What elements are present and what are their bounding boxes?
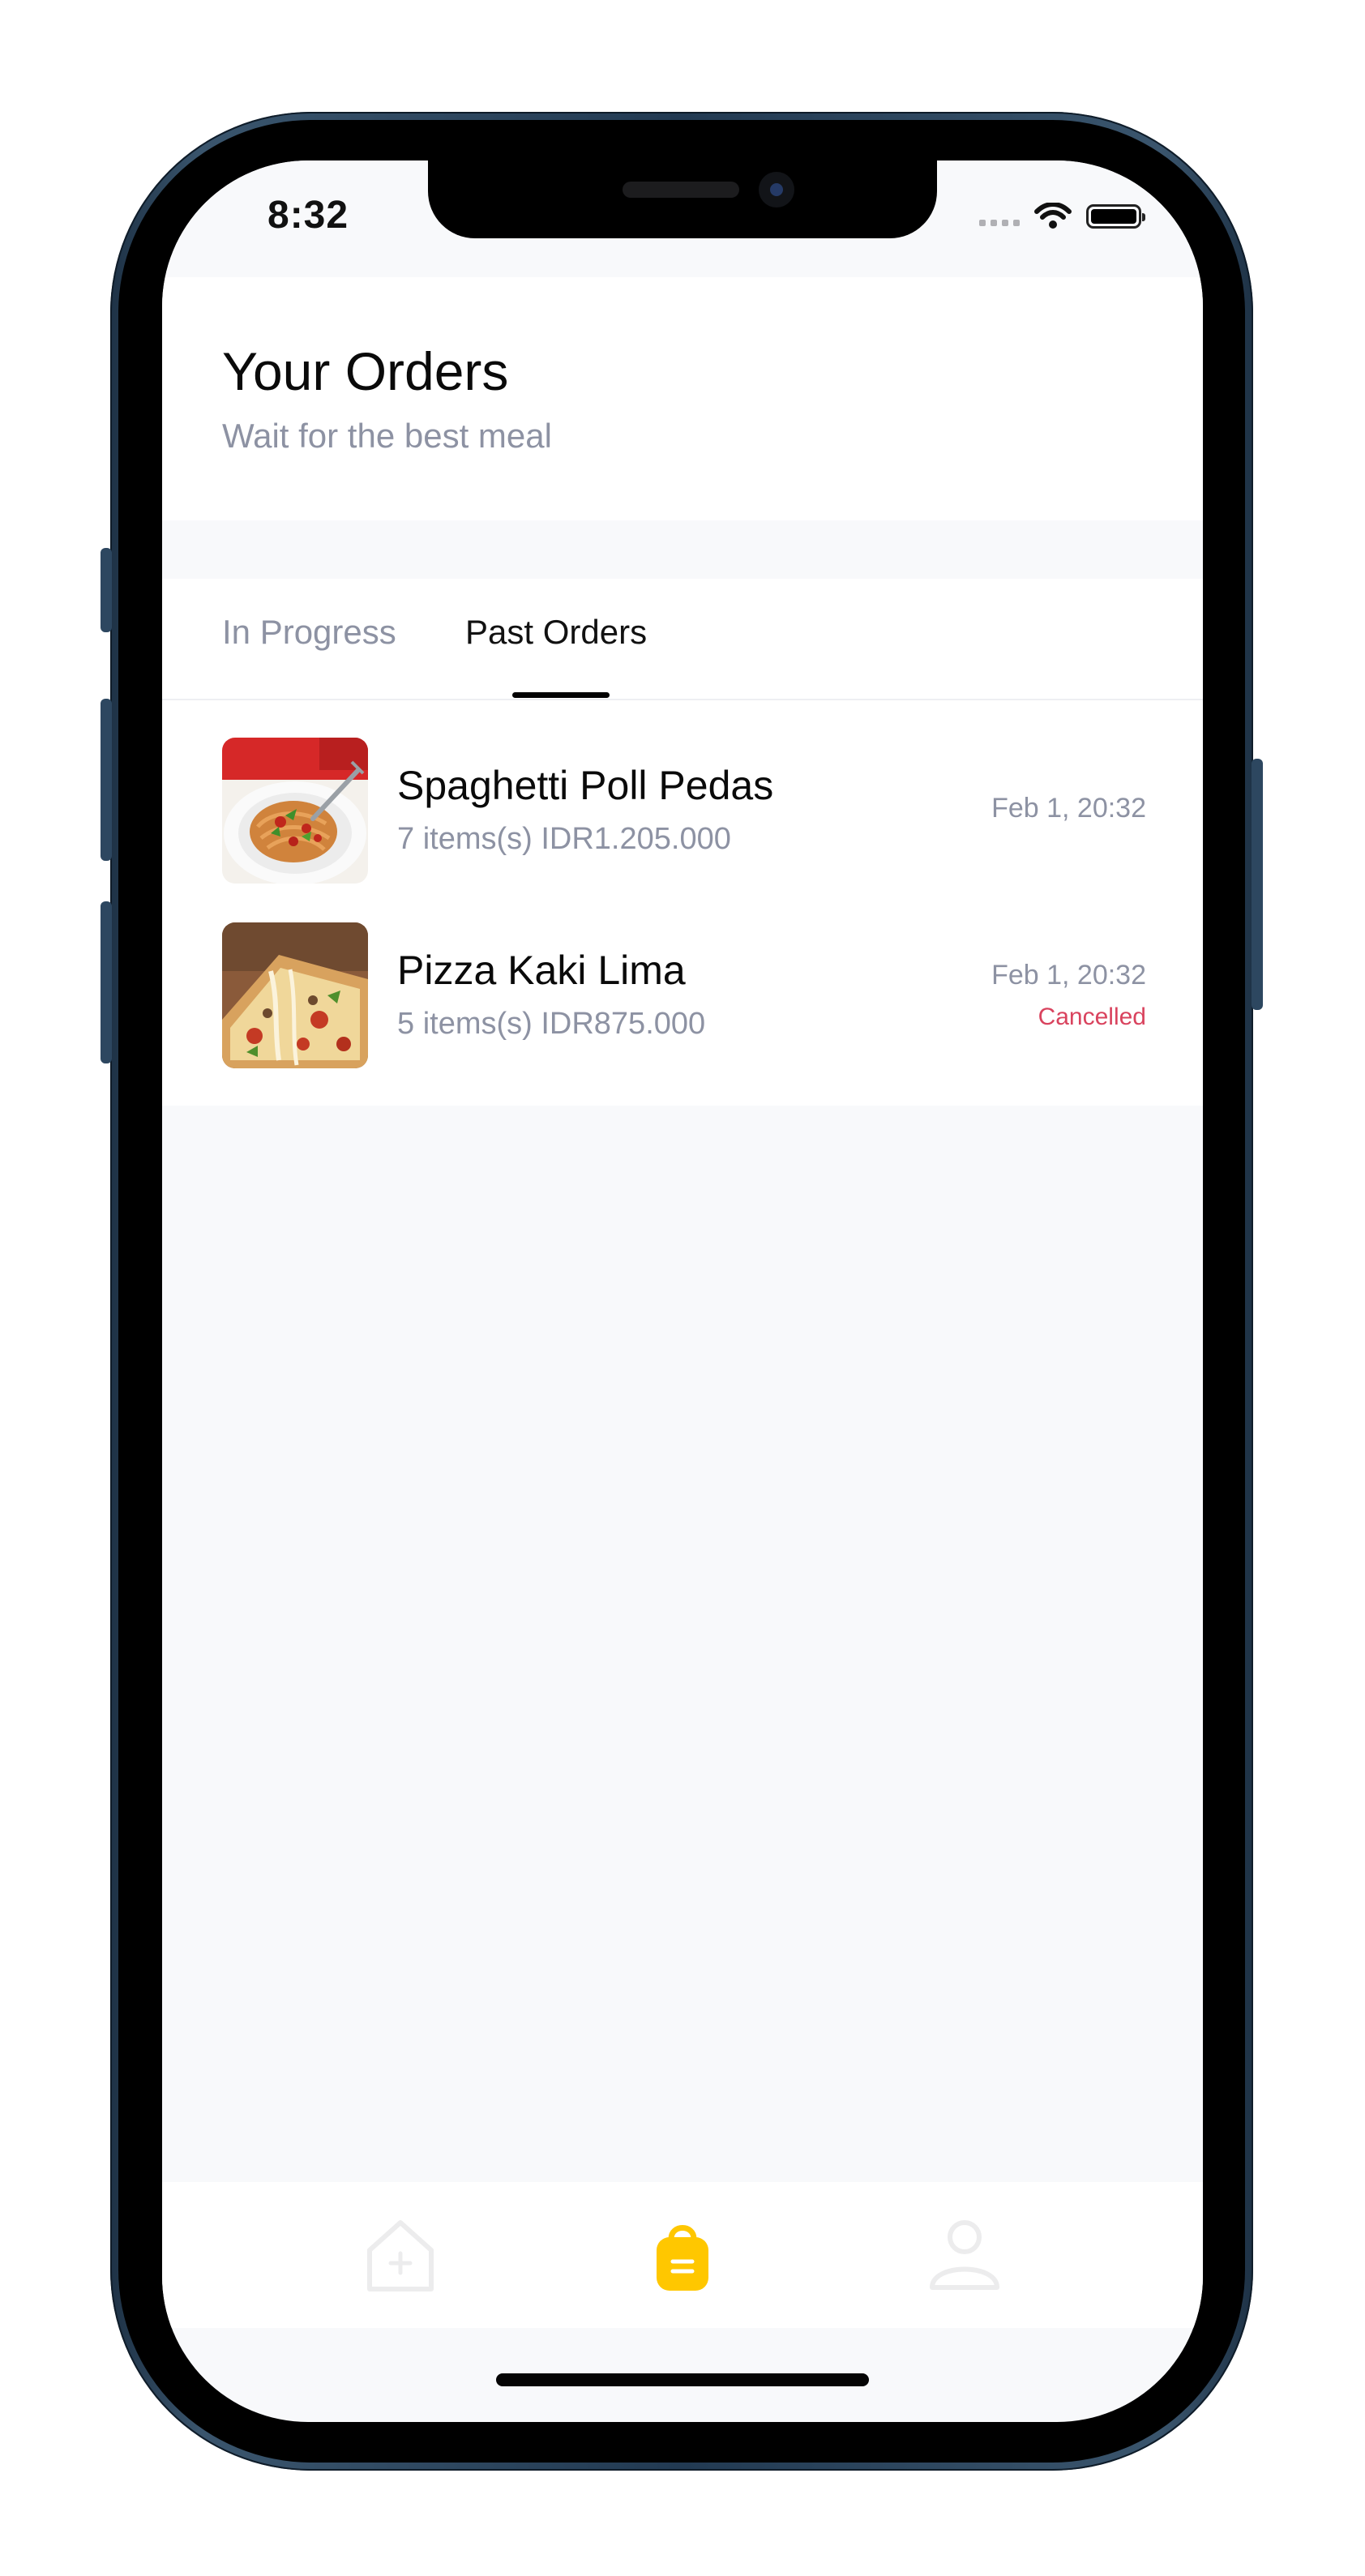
cellular-signal-icon xyxy=(979,207,1020,226)
status-indicators xyxy=(979,203,1145,230)
order-summary: 7 items(s) IDR1.205.000 xyxy=(397,822,731,856)
order-summary: 5 items(s) IDR875.000 xyxy=(397,1007,706,1041)
status-time: 8:32 xyxy=(267,194,349,237)
nav-profile-button[interactable] xyxy=(924,2214,1005,2296)
mute-switch xyxy=(101,548,112,632)
volume-up-button xyxy=(101,699,112,861)
nav-home-button[interactable] xyxy=(360,2214,441,2296)
home-icon xyxy=(367,2220,434,2291)
orders-panel: In Progress Past Orders Spaghetti Poll P… xyxy=(162,579,1203,1106)
notch xyxy=(428,160,937,238)
front-camera xyxy=(759,172,794,208)
battery-icon xyxy=(1086,204,1145,229)
power-button xyxy=(1252,759,1263,1010)
order-date: Feb 1, 20:32 xyxy=(991,793,1146,824)
order-list-item[interactable]: Spaghetti Poll Pedas 7 items(s) IDR1.205… xyxy=(222,738,1146,884)
nav-orders-button[interactable] xyxy=(642,2214,723,2296)
page-header: Your Orders Wait for the best meal xyxy=(162,277,1203,520)
active-tab-indicator xyxy=(512,692,610,698)
order-status-badge: Cancelled xyxy=(1038,1003,1146,1030)
profile-icon xyxy=(930,2220,999,2290)
tab-past-orders[interactable]: Past Orders xyxy=(465,613,647,652)
wifi-icon xyxy=(1034,203,1072,229)
order-name: Pizza Kaki Lima xyxy=(397,948,686,993)
volume-down-button xyxy=(101,901,112,1063)
page-subtitle: Wait for the best meal xyxy=(222,417,552,455)
bottom-navigation xyxy=(162,2182,1203,2328)
home-indicator[interactable] xyxy=(496,2373,869,2386)
shopping-bag-icon xyxy=(657,2225,708,2291)
order-name: Spaghetti Poll Pedas xyxy=(397,763,774,808)
device-mockup: 8:32 Your Orders Wait for the best meal xyxy=(0,0,1365,2576)
app-screen: 8:32 Your Orders Wait for the best meal xyxy=(162,160,1203,2422)
spaghetti-thumbnail xyxy=(222,738,368,884)
order-tabs: In Progress Past Orders xyxy=(162,579,1203,700)
order-list-item[interactable]: Pizza Kaki Lima 5 items(s) IDR875.000 Fe… xyxy=(222,922,1146,1068)
pizza-thumbnail xyxy=(222,922,368,1068)
tab-in-progress[interactable]: In Progress xyxy=(222,613,396,652)
speaker-grille xyxy=(623,182,739,198)
order-date: Feb 1, 20:32 xyxy=(991,960,1146,991)
page-title: Your Orders xyxy=(222,341,509,401)
